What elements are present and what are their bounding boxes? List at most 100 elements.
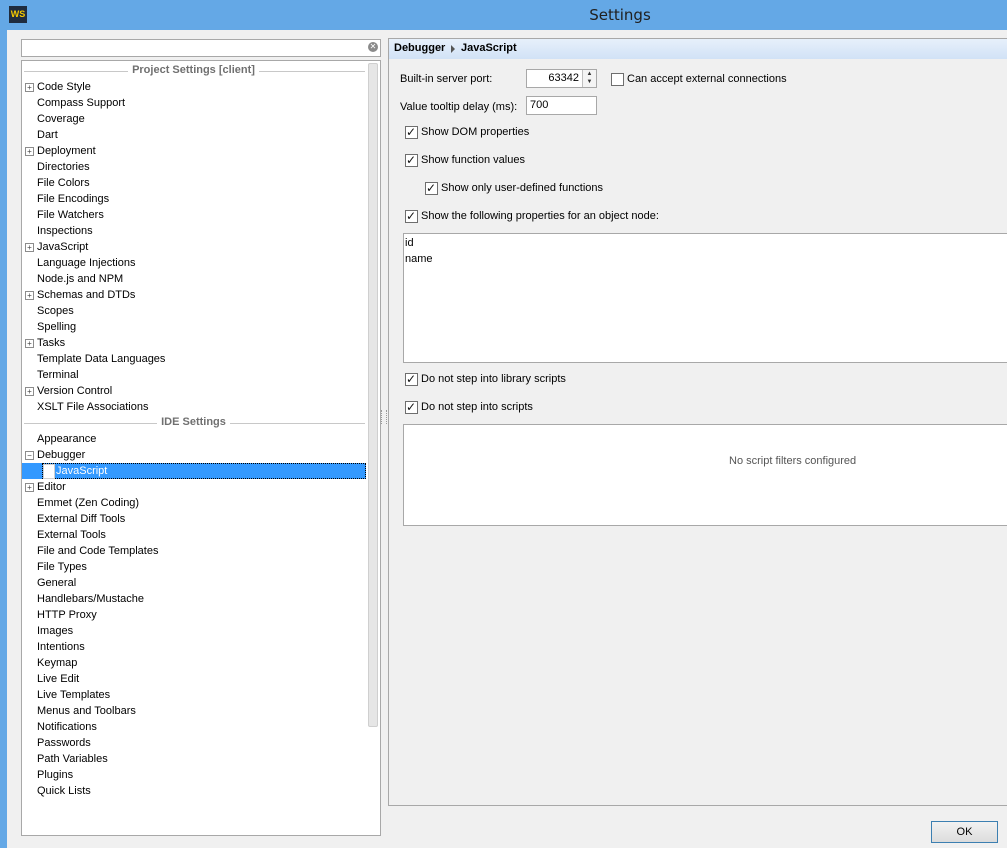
tree-item-label: Directories <box>37 161 90 173</box>
tree-item-keymap[interactable]: Keymap <box>22 655 365 671</box>
tree-scrollbar[interactable] <box>368 63 378 727</box>
show-user-defined-checkbox[interactable] <box>425 181 438 195</box>
expand-icon[interactable]: + <box>25 483 34 492</box>
tree-item-label: Scopes <box>37 305 74 317</box>
tree-item-debugger[interactable]: − Debugger <box>22 447 365 463</box>
tree-item-live-templates[interactable]: Live Templates <box>22 687 365 703</box>
expand-icon[interactable]: + <box>25 243 34 252</box>
tree-item-menus-and-toolbars[interactable]: Menus and Toolbars <box>22 703 365 719</box>
ok-button[interactable]: OK <box>931 821 998 843</box>
no-library-scripts-checkbox[interactable] <box>405 372 418 386</box>
expand-icon[interactable]: + <box>25 339 34 348</box>
tree-item-tasks[interactable]: + Tasks <box>22 335 365 351</box>
tree-item-template-data-languages[interactable]: Template Data Languages <box>22 351 365 367</box>
page-icon <box>43 464 55 479</box>
tooltip-delay-label: Value tooltip delay (ms): <box>400 101 518 113</box>
expand-icon[interactable]: + <box>25 387 34 396</box>
property-item[interactable]: name <box>405 253 433 265</box>
title-bar: WS Settings <box>0 0 1007 30</box>
tree-item-passwords[interactable]: Passwords <box>22 735 365 751</box>
tree-item-file-and-code-templates[interactable]: File and Code Templates <box>22 543 365 559</box>
tree-item-scopes[interactable]: Scopes <box>22 303 365 319</box>
tree-item-compass-support[interactable]: Compass Support <box>22 95 365 111</box>
settings-content-panel: Debugger JavaScript Built-in server port… <box>388 38 1007 806</box>
tree-item-label: Intentions <box>37 641 85 653</box>
tree-item-deployment[interactable]: + Deployment <box>22 143 365 159</box>
tree-item-directories[interactable]: Directories <box>22 159 365 175</box>
tree-item-label: Emmet (Zen Coding) <box>37 497 140 509</box>
expand-icon[interactable]: + <box>25 147 34 156</box>
tree-item-xslt-file-associations[interactable]: XSLT File Associations <box>22 399 365 415</box>
tree-item-label: File and Code Templates <box>37 545 159 557</box>
tree-item-label: Plugins <box>37 769 74 781</box>
script-filters-list[interactable]: No script filters configured <box>403 424 1007 526</box>
tree-item-version-control[interactable]: + Version Control <box>22 383 365 399</box>
tree-item-editor[interactable]: + Editor <box>22 479 365 495</box>
clear-search-icon[interactable]: ✕ <box>368 42 378 52</box>
tree-item-schemas-and-dtds[interactable]: + Schemas and DTDs <box>22 287 365 303</box>
tree-item-language-injections[interactable]: Language Injections <box>22 255 365 271</box>
tree-item-general[interactable]: General <box>22 575 365 591</box>
tree-item-label: Spelling <box>37 321 77 333</box>
tree-item-file-colors[interactable]: File Colors <box>22 175 365 191</box>
tree-item-label: Language Injections <box>37 257 136 269</box>
tree-item-javascript[interactable]: + JavaScript <box>22 239 365 255</box>
tree-item-path-variables[interactable]: Path Variables <box>22 751 365 767</box>
tree-item-http-proxy[interactable]: HTTP Proxy <box>22 607 365 623</box>
tree-item-label: Terminal <box>37 369 79 381</box>
tree-item-inspections[interactable]: Inspections <box>22 223 365 239</box>
tree-item-label: Debugger <box>37 449 86 461</box>
show-function-values-checkbox[interactable] <box>405 153 418 167</box>
collapse-icon[interactable]: − <box>25 451 34 460</box>
tree-item-code-style[interactable]: + Code Style <box>22 79 365 95</box>
spin-down-icon[interactable]: ▼ <box>583 78 596 86</box>
section-header: Project Settings [client] <box>22 63 365 79</box>
tree-item-javascript-child[interactable]: JavaScript <box>22 463 366 479</box>
tree-item-label: File Types <box>37 561 87 573</box>
tree-item-external-diff-tools[interactable]: External Diff Tools <box>22 511 365 527</box>
tree-item-appearance[interactable]: Appearance <box>22 431 365 447</box>
settings-search-input[interactable]: ✕ <box>21 39 381 57</box>
tree-item-images[interactable]: Images <box>22 623 365 639</box>
tree-item-quick-lists[interactable]: Quick Lists <box>22 783 365 799</box>
tree-item-label: Editor <box>37 481 66 493</box>
tree-item-label: General <box>37 577 77 589</box>
tree-item-notifications[interactable]: Notifications <box>22 719 365 735</box>
properties-list[interactable]: id name <box>403 233 1007 363</box>
tree-item-label: Inspections <box>37 225 93 237</box>
breadcrumb-arrow-icon <box>451 45 455 53</box>
property-item[interactable]: id <box>405 237 414 249</box>
tree-item-intentions[interactable]: Intentions <box>22 639 365 655</box>
tree-item-live-edit[interactable]: Live Edit <box>22 671 365 687</box>
show-dom-checkbox[interactable] <box>405 125 418 139</box>
expand-icon[interactable]: + <box>25 291 34 300</box>
tree-item-dart[interactable]: Dart <box>22 127 365 143</box>
show-user-defined-label: Show only user-defined functions <box>441 182 604 194</box>
tree-item-file-watchers[interactable]: File Watchers <box>22 207 365 223</box>
tree-item-label: Schemas and DTDs <box>37 289 136 301</box>
tree-item-plugins[interactable]: Plugins <box>22 767 365 783</box>
tree-item-label: Version Control <box>37 385 113 397</box>
tree-item-emmet-zen-coding[interactable]: Emmet (Zen Coding) <box>22 495 365 511</box>
tree-item-file-types[interactable]: File Types <box>22 559 365 575</box>
spin-up-icon[interactable]: ▲ <box>583 70 596 78</box>
tree-item-coverage[interactable]: Coverage <box>22 111 365 127</box>
no-scripts-checkbox[interactable] <box>405 400 418 414</box>
show-properties-label: Show the following properties for an obj… <box>421 210 659 222</box>
tree-item-file-encodings[interactable]: File Encodings <box>22 191 365 207</box>
tree-item-terminal[interactable]: Terminal <box>22 367 365 383</box>
tree-item-handlebars-mustache[interactable]: Handlebars/Mustache <box>22 591 365 607</box>
show-properties-checkbox[interactable] <box>405 209 418 223</box>
show-function-values-label: Show function values <box>421 154 525 166</box>
tooltip-delay-field[interactable]: 700 <box>526 96 597 115</box>
tree-item-node-js-and-npm[interactable]: Node.js and NPM <box>22 271 365 287</box>
expand-icon[interactable]: + <box>25 83 34 92</box>
tree-item-external-tools[interactable]: External Tools <box>22 527 365 543</box>
external-connections-checkbox[interactable] <box>611 73 624 86</box>
port-spinner[interactable]: ▲ ▼ <box>582 70 596 87</box>
tree-item-label: File Colors <box>37 177 90 189</box>
tree-item-spelling[interactable]: Spelling <box>22 319 365 335</box>
settings-tree[interactable]: Project Settings [client] + Code Style Comp… <box>21 60 381 836</box>
port-field[interactable]: 63342 ▲ ▼ <box>526 69 597 88</box>
splitter-handle[interactable] <box>381 410 387 424</box>
